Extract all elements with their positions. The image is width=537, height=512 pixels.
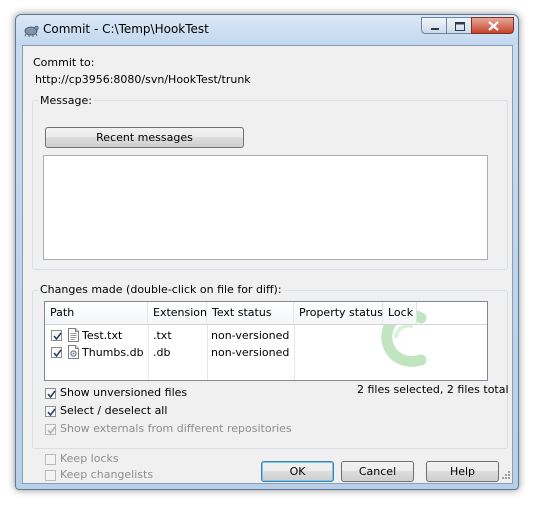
changes-group-label: Changes made (double-click on file for d… xyxy=(38,283,284,296)
column-header-lock[interactable]: Lock xyxy=(383,302,417,324)
cancel-button[interactable]: Cancel xyxy=(341,461,414,482)
checkmark-icon xyxy=(53,349,62,358)
message-group-label: Message: xyxy=(38,94,94,107)
show-externals-checkbox xyxy=(45,424,56,435)
tortoise-app-icon xyxy=(24,25,39,37)
show-unversioned-label[interactable]: Show unversioned files xyxy=(60,386,187,399)
row-checkbox[interactable] xyxy=(51,347,62,358)
checkmark-icon xyxy=(47,426,56,435)
close-icon xyxy=(488,21,499,31)
database-file-icon xyxy=(68,345,79,359)
changes-file-list[interactable]: Path Extension Text status Property stat… xyxy=(44,301,488,381)
table-row[interactable]: Test.txt .txt non-versioned xyxy=(45,327,487,344)
recent-messages-button[interactable]: Recent messages xyxy=(45,127,244,148)
show-unversioned-checkbox[interactable] xyxy=(45,388,56,399)
minimize-icon xyxy=(431,28,439,30)
select-deselect-all-checkbox[interactable] xyxy=(45,406,56,417)
row-text-status: non-versioned xyxy=(211,346,290,359)
selection-summary: 2 files selected, 2 files total xyxy=(357,383,509,396)
text-file-icon xyxy=(68,328,79,342)
table-row[interactable]: Thumbs.db .db non-versioned xyxy=(45,344,487,361)
title-bar[interactable]: Commit - C:\Temp\HookTest xyxy=(16,15,518,45)
message-text-area[interactable] xyxy=(43,155,488,260)
column-header-path[interactable]: Path xyxy=(45,302,148,324)
minimize-button[interactable] xyxy=(421,17,447,34)
keep-changelists-label: Keep changelists xyxy=(60,468,154,481)
row-extension: .txt xyxy=(153,329,172,342)
keep-locks-label: Keep locks xyxy=(60,452,119,465)
column-header-text-status[interactable]: Text status xyxy=(207,302,294,324)
window-title: Commit - C:\Temp\HookTest xyxy=(43,22,209,36)
row-text-status: non-versioned xyxy=(211,329,290,342)
resize-grip-icon[interactable] xyxy=(499,470,511,482)
checkmark-icon xyxy=(47,390,56,399)
checkmark-icon xyxy=(47,408,56,417)
show-externals-label: Show externals from different repositori… xyxy=(60,422,292,435)
maximize-icon xyxy=(455,22,465,31)
commit-to-label: Commit to: xyxy=(33,56,95,69)
keep-locks-checkbox xyxy=(45,454,56,465)
keep-changelists-checkbox xyxy=(45,470,56,481)
maximize-button[interactable] xyxy=(446,17,472,34)
row-path: Test.txt xyxy=(82,329,123,342)
checkmark-icon xyxy=(53,332,62,341)
ok-button[interactable]: OK xyxy=(261,461,334,482)
row-path: Thumbs.db xyxy=(82,346,144,359)
column-header-property-status[interactable]: Property status xyxy=(294,302,383,324)
commit-url: http://cp3956:8080/svn/HookTest/trunk xyxy=(35,73,251,86)
column-header-extension[interactable]: Extension xyxy=(148,302,207,324)
dialog-client-area: Commit to: http://cp3956:8080/svn/HookTe… xyxy=(22,45,513,484)
row-extension: .db xyxy=(153,346,171,359)
commit-dialog-window: Commit - C:\Temp\HookTest Commit to: htt… xyxy=(15,14,519,490)
row-checkbox[interactable] xyxy=(51,330,62,341)
help-button[interactable]: Help xyxy=(426,461,499,482)
header-divider xyxy=(45,324,487,325)
close-window-button[interactable] xyxy=(471,17,514,34)
select-deselect-all-label[interactable]: Select / deselect all xyxy=(60,404,167,417)
